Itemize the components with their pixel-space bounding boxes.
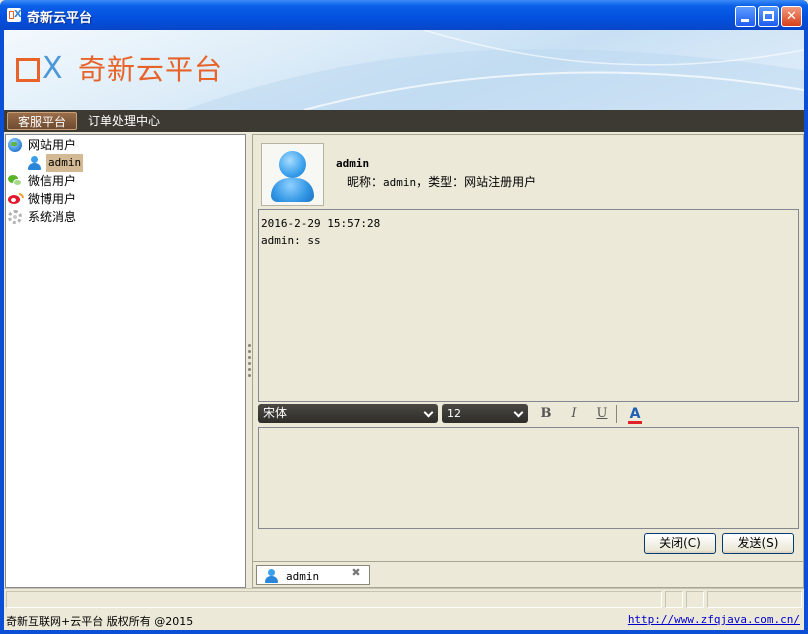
window-title: 奇新云平台 <box>27 11 93 26</box>
message-text: admin: ss <box>261 234 321 247</box>
bold-button[interactable]: B <box>536 404 556 424</box>
chat-tab-strip: admin ✖ <box>253 561 803 587</box>
close-tab-icon[interactable]: ✖ <box>350 567 362 579</box>
app-logo-icon: X <box>7 8 22 22</box>
tree-group-label: 网站用户 <box>28 138 77 152</box>
chat-panel: admin 昵称：admin，类型：网站注册用户 2016-2-29 15:57… <box>252 134 804 588</box>
type-value: 网站注册用户 <box>464 175 537 189</box>
logo-square-icon <box>16 58 40 82</box>
send-button[interactable]: 发送(S) <box>722 533 794 554</box>
status-bar <box>4 588 804 608</box>
toolbar-divider <box>616 405 617 423</box>
weibo-icon <box>8 193 24 205</box>
window-client: X 奇新云平台 客服平台 订单处理中心 网站用户 admin 微信用户 微博用户… <box>4 30 804 630</box>
globe-icon <box>8 138 22 152</box>
close-chat-button[interactable]: 关闭(C) <box>644 533 716 554</box>
chat-history[interactable]: 2016-2-29 15:57:28 admin: ss <box>258 209 799 402</box>
tree-group-label: 微博用户 <box>28 192 77 206</box>
app-window: X 奇新云平台 ✕ X 奇新云平台 客服平台 订单处理中心 网站用户 admin… <box>0 0 808 634</box>
avatar <box>261 143 324 206</box>
menu-item-customer-service[interactable]: 客服平台 <box>7 112 78 130</box>
chat-tab-label: admin <box>286 570 320 583</box>
font-family-select[interactable]: 宋体 <box>258 404 438 423</box>
tree-item-label: admin <box>46 154 84 172</box>
status-cell <box>665 591 683 608</box>
title-bar[interactable]: X 奇新云平台 ✕ <box>0 0 808 30</box>
menu-bar: 客服平台 订单处理中心 <box>4 110 804 132</box>
tree-group-label: 微信用户 <box>28 174 77 188</box>
gear-icon <box>8 210 22 224</box>
status-cell <box>686 591 704 608</box>
font-color-button[interactable]: A <box>625 404 645 424</box>
wechat-icon <box>8 175 23 187</box>
minimize-icon <box>741 19 749 22</box>
font-family-value: 宋体 <box>263 406 288 420</box>
footer: 奇新互联网+云平台 版权所有 @2015 http://www.zfqjava.… <box>4 609 804 630</box>
type-label: ，类型： <box>416 175 465 189</box>
copyright-text: 奇新互联网+云平台 版权所有 @2015 <box>6 615 194 628</box>
message-timestamp: 2016-2-29 15:57:28 <box>261 217 381 230</box>
user-icon <box>28 156 41 170</box>
underline-button[interactable]: U <box>592 404 612 424</box>
nickname-value: admin <box>383 176 417 189</box>
user-icon <box>265 569 278 583</box>
chevron-down-icon <box>513 404 525 423</box>
message-input[interactable] <box>258 427 799 529</box>
brand-logo: X <box>16 52 68 86</box>
contact-meta: 昵称：admin，类型：网站注册用户 <box>347 173 536 190</box>
maximize-icon <box>763 11 774 21</box>
tree-group-label: 系统消息 <box>28 210 77 224</box>
avatar-user-icon <box>279 151 306 178</box>
close-icon: ✕ <box>786 9 797 24</box>
chevron-down-icon <box>423 404 435 423</box>
font-size-value: 12 <box>447 407 461 420</box>
logo-x: X <box>42 51 63 86</box>
contact-name: admin <box>336 157 370 170</box>
minimize-button[interactable] <box>735 6 756 27</box>
header-banner: X 奇新云平台 <box>4 30 804 110</box>
menu-item-order-center[interactable]: 订单处理中心 <box>78 112 170 130</box>
website-link[interactable]: http://www.zfqjava.com.cn/ <box>628 613 800 626</box>
maximize-button[interactable] <box>758 6 779 27</box>
close-window-button[interactable]: ✕ <box>781 6 802 27</box>
nickname-label: 昵称： <box>347 175 384 189</box>
chat-tab-admin[interactable]: admin ✖ <box>256 565 370 585</box>
italic-button[interactable]: I <box>564 404 584 424</box>
status-cell-main <box>6 591 662 608</box>
status-cell <box>707 591 802 608</box>
brand-name: 奇新云平台 <box>78 53 224 86</box>
contact-tree: 网站用户 admin 微信用户 微博用户 系统消息 <box>5 134 246 588</box>
format-toolbar: 宋体 12 B I U A <box>258 403 799 425</box>
font-size-select[interactable]: 12 <box>442 404 528 423</box>
